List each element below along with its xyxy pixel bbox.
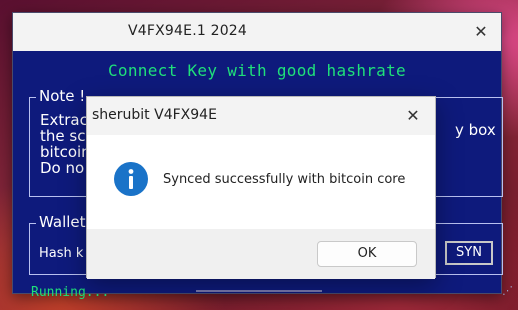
note-text-right-fragment: y box	[455, 121, 496, 139]
hash-key-label: Hash k	[39, 246, 84, 261]
dialog-title: sherubit V4FX94E	[92, 107, 217, 123]
dialog-close-icon[interactable]: ✕	[399, 103, 427, 129]
main-headline: Connect Key with good hashrate	[108, 61, 406, 80]
note-text: Extrac the sc bitcoin Do no	[40, 111, 91, 177]
main-window-title: V4FX94E.1 2024	[128, 23, 248, 39]
dialog-titlebar[interactable]: sherubit V4FX94E ✕	[87, 97, 435, 135]
ok-button[interactable]: OK	[317, 241, 417, 267]
status-text: Running...	[31, 285, 110, 300]
taskbar-divider	[196, 290, 322, 292]
message-dialog: sherubit V4FX94E ✕ Synced successfully w…	[86, 96, 436, 279]
dialog-body: Synced successfully with bitcoin core	[87, 135, 435, 229]
main-titlebar[interactable]: V4FX94E.1 2024 ✕	[13, 13, 501, 51]
dialog-footer: OK	[87, 229, 435, 279]
main-close-icon[interactable]: ✕	[467, 19, 495, 45]
note-group-label: Note !	[36, 87, 89, 105]
syn-button[interactable]: SYN	[445, 241, 493, 265]
dialog-message: Synced successfully with bitcoin core	[163, 172, 406, 187]
wallet-group-label: Wallet	[36, 213, 89, 231]
info-icon	[114, 162, 148, 196]
resize-grip-icon[interactable]: ⋰	[499, 285, 513, 301]
